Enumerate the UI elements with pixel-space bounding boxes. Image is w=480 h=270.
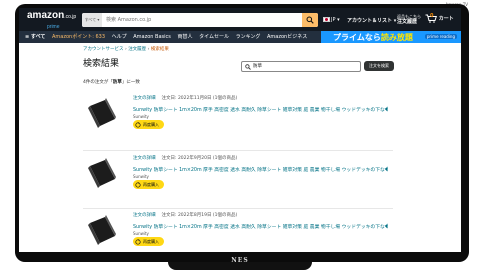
nav-item-help[interactable]: ヘルプ [112, 34, 127, 40]
search-category-select[interactable]: すべて ▾ [82, 13, 102, 27]
monitor-brand: NES [231, 257, 249, 264]
results-count-suffix: 」に一致 [121, 80, 140, 85]
order-details: 注文の詳細 注文日: 2022年9月20日 (1個の商品) [133, 155, 237, 161]
seller-name: Sunwity [133, 114, 149, 119]
logo-suffix: .co.jp [64, 14, 77, 20]
nav-item-business[interactable]: Amazonビジネス [267, 34, 307, 40]
search-icon [245, 64, 251, 70]
results-count-term: 防草 [112, 80, 122, 85]
prime-banner-text-b: 読み放題 [380, 33, 413, 42]
search-category-label: すべて [84, 17, 97, 22]
order-details: 注文の詳細 注文日: 2022年11月8日 (1個の商品) [133, 95, 237, 101]
product-link[interactable]: Sunwity 防草シート 1m×20m 厚手 高密度 透水 高耐久 除草シート… [133, 106, 388, 113]
order-search-query: 防草 [253, 64, 262, 69]
breadcrumb: アカウントサービス › 注文履歴 › 検索結果 [83, 46, 169, 52]
buy-again-button[interactable]: 再度購入 [133, 180, 164, 189]
prime-reading-badge: prime reading [424, 34, 457, 39]
order-card: 注文の詳細 注文日: 2022年11月8日 (1個の商品) Sunwity 防草シ… [83, 93, 393, 149]
order-date: 注文日: 2022年11月8日 (1個の商品) [161, 96, 238, 101]
product-image[interactable] [87, 214, 121, 248]
order-details-link[interactable]: 注文の詳細 [133, 96, 156, 101]
order-details-link[interactable]: 注文の詳細 [133, 213, 156, 218]
language-selector[interactable]: JP ▾ [323, 17, 340, 23]
top-navbar: amazon.co.jp prime すべて ▾ JP ▾ アカウント＆リスト … [19, 8, 461, 31]
search-input[interactable] [106, 13, 286, 27]
breadcrumb-orders[interactable]: 注文履歴 [128, 47, 146, 52]
amazon-logo[interactable]: amazon.co.jp prime [27, 11, 76, 32]
cart-button[interactable]: 0 カート [425, 13, 454, 23]
account-lists-menu[interactable]: アカウント＆リスト ▾ [347, 17, 396, 24]
cart-count: 0 [430, 13, 434, 19]
search-bar: すべて ▾ [82, 13, 318, 27]
nav-menu: ≡ すべて Amazonポイント: 633 ヘルプ Amazon Basics … [25, 31, 312, 43]
search-button[interactable] [302, 13, 318, 27]
divider [83, 208, 393, 209]
rebuy-icon [135, 239, 141, 245]
product-image[interactable] [87, 157, 121, 191]
prime-banner-text: プライムなら読み放題 [333, 32, 413, 43]
returns-orders-link[interactable]: 返品もこちら 注文履歴 [397, 14, 421, 25]
product-link[interactable]: Sunwity 防草シート 1m×20m 厚手 高密度 透水 高耐久 除草シート… [133, 223, 388, 230]
seller-name: Sunwity [133, 231, 149, 236]
order-date: 注文日: 2022年9月20日 (1個の商品) [161, 156, 238, 161]
breadcrumb-separator: › [124, 47, 127, 52]
order-date: 注文日: 2022年8月19日 (1個の商品) [161, 213, 238, 218]
buy-again-label: 再度購入 [143, 239, 159, 244]
seller-name: Sunwity [133, 174, 149, 179]
nav-item-points[interactable]: Amazonポイント: 633 [52, 34, 105, 40]
buy-again-label: 再度購入 [143, 182, 159, 187]
buy-again-button[interactable]: 再度購入 [133, 237, 164, 246]
breadcrumb-separator: › [147, 47, 150, 52]
product-link[interactable]: Sunwity 防草シート 1m×20m 厚手 高密度 透水 高耐久 除草シート… [133, 166, 388, 173]
buy-again-label: 再度購入 [143, 122, 159, 127]
page-title: 検索結果 [83, 59, 120, 69]
nav-all-button[interactable]: ≡ すべて [25, 34, 45, 40]
logo-text: amazon [27, 10, 65, 21]
buy-again-button[interactable]: 再度購入 [133, 120, 164, 129]
orders-line2: 注文履歴 [397, 19, 418, 25]
search-icon [306, 16, 314, 24]
divider [83, 150, 393, 151]
order-details-link[interactable]: 注文の詳細 [133, 156, 156, 161]
screen: amazon.co.jp prime すべて ▾ JP ▾ アカウント＆リスト … [19, 8, 461, 252]
nav-item-ranking[interactable]: ランキング [236, 34, 261, 40]
results-count: 4件の注文が「防草」に一致 [83, 79, 140, 85]
main-navbar: ≡ すべて Amazonポイント: 633 ヘルプ Amazon Basics … [19, 31, 461, 43]
order-details: 注文の詳細 注文日: 2022年8月19日 (1個の商品) [133, 212, 237, 218]
account-label: アカウント＆リスト [347, 18, 393, 24]
breadcrumb-account[interactable]: アカウントサービス [83, 47, 124, 52]
rebuy-icon [135, 182, 141, 188]
nav-item-timesale[interactable]: タイムセール [199, 34, 229, 40]
language-label: JP [331, 17, 336, 23]
order-search-field[interactable]: 防草 [241, 61, 361, 72]
order-card: 注文の詳細 注文日: 2022年8月19日 (1個の商品) Sunwity 防草シ… [83, 210, 393, 252]
breadcrumb-current: 検索結果 [150, 47, 169, 52]
cart-label: カート [438, 16, 454, 22]
prime-banner-text-a: プライムなら [333, 33, 381, 42]
rebuy-icon [135, 122, 141, 128]
order-search-button[interactable]: 注文を検索 [364, 61, 394, 71]
nav-item-basics[interactable]: Amazon Basics [133, 34, 171, 40]
nav-item-exchange[interactable]: 両替人 [177, 34, 192, 40]
japan-flag-icon [323, 17, 330, 22]
results-count-prefix: 4件の注文が「 [83, 80, 113, 85]
order-card: 注文の詳細 注文日: 2022年9月20日 (1個の商品) Sunwity 防草シ… [83, 153, 393, 209]
product-image[interactable] [87, 97, 121, 131]
prime-reading-banner[interactable]: プライムなら読み放題 prime reading [321, 31, 461, 43]
